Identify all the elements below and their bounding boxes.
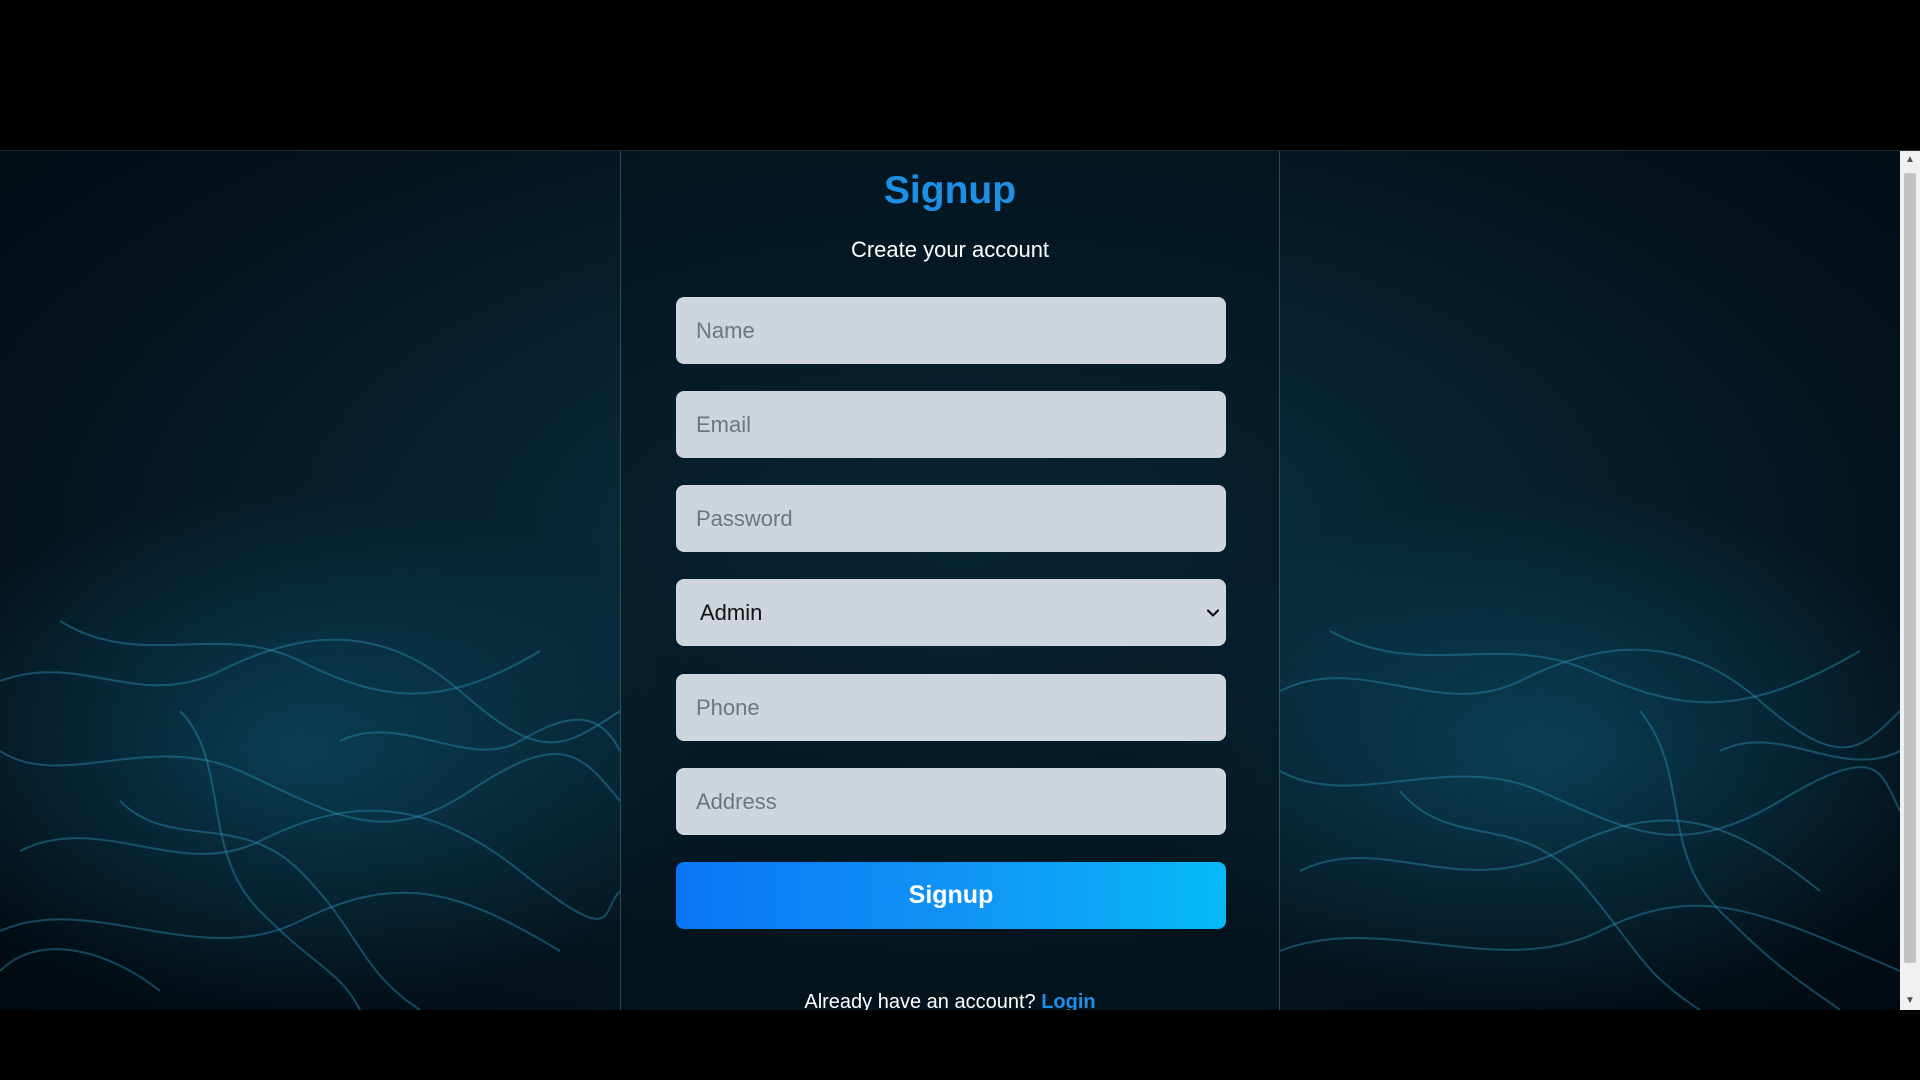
password-input[interactable] (676, 485, 1226, 552)
scroll-down-arrow-icon[interactable]: ▼ (1900, 992, 1920, 1010)
page-title: Signup (883, 169, 1017, 212)
page-subtitle: Create your account (850, 237, 1050, 262)
login-prompt: Already have an account? Login (621, 991, 1279, 1010)
signup-button[interactable]: Signup (676, 862, 1226, 929)
signup-card: Signup Create your account Admin Signup … (620, 151, 1280, 1010)
scroll-up-arrow-icon[interactable]: ▲ (1900, 151, 1920, 169)
phone-input[interactable] (676, 674, 1226, 741)
role-select[interactable]: Admin (676, 579, 1226, 646)
address-input[interactable] (676, 768, 1226, 835)
scrollbar-thumb[interactable] (1904, 173, 1916, 963)
email-input[interactable] (676, 391, 1226, 458)
page-viewport: Signup Create your account Admin Signup … (0, 150, 1920, 1010)
login-link[interactable]: Login (1041, 991, 1095, 1010)
login-prompt-text: Already have an account? (804, 991, 1036, 1010)
vertical-scrollbar[interactable]: ▲ ▼ (1900, 151, 1920, 1010)
name-input[interactable] (676, 297, 1226, 364)
